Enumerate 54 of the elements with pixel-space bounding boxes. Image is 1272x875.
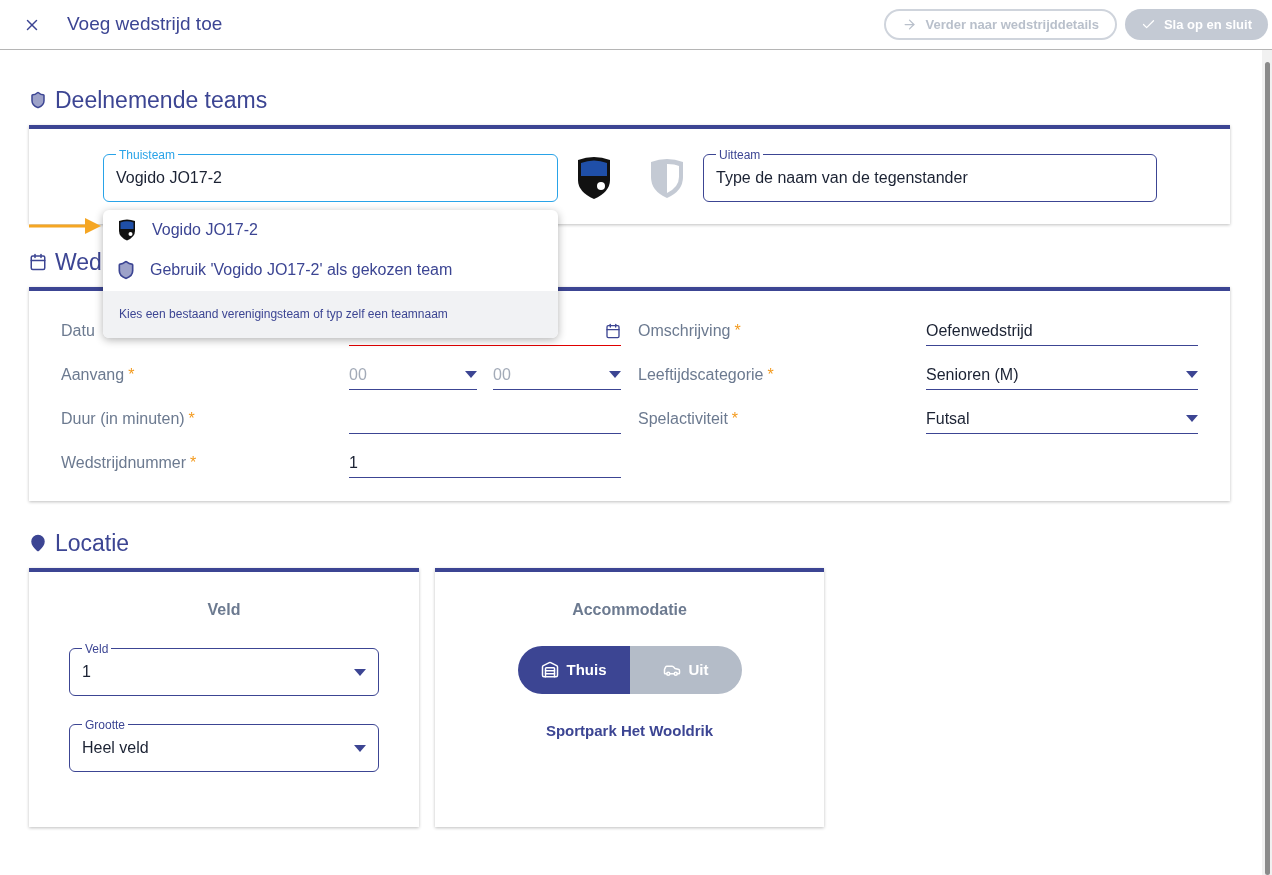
field-placeholder: 00 xyxy=(493,364,512,385)
section-heading: Locatie xyxy=(55,528,130,558)
section-heading: Deelnemende teams xyxy=(55,85,268,115)
venue-name: Sportpark Het Wooldrik xyxy=(545,721,714,741)
required-mark: * xyxy=(128,365,135,385)
suggestion-item[interactable]: Gebruik 'Vogido JO17-2' als gekozen team xyxy=(103,249,558,290)
shield-icon xyxy=(116,259,136,280)
shield-icon xyxy=(29,91,47,109)
field-label: Leeftijdscategorie xyxy=(638,365,764,385)
field-placeholder: Type de naam van de tegenstander xyxy=(716,167,969,188)
input-field[interactable]: 1 xyxy=(349,448,621,478)
required-mark: * xyxy=(188,409,195,429)
window-title: Voeg wedstrijd toe xyxy=(67,12,223,37)
caret-icon xyxy=(465,371,477,378)
suggestion-item[interactable]: Vogido JO17-2 xyxy=(103,209,558,250)
required-mark: * xyxy=(731,409,739,429)
field-label: Aanvang xyxy=(61,365,125,385)
caret-icon xyxy=(1186,415,1198,422)
field-label: Omschrijving xyxy=(638,321,731,341)
calendar-icon xyxy=(29,253,47,271)
club-crest-icon xyxy=(116,218,138,241)
arrow-right-icon xyxy=(902,17,918,32)
card-title: Veld xyxy=(207,600,241,620)
house-icon xyxy=(540,661,559,679)
field-label: Wedstrijdnummer xyxy=(61,453,187,473)
field-value: Heel veld xyxy=(82,738,150,758)
calendar-icon xyxy=(605,322,621,339)
field-value: 1 xyxy=(82,662,92,682)
required-mark: * xyxy=(190,453,197,473)
field-value: Senioren (M) xyxy=(926,364,1020,385)
caret-icon xyxy=(1186,371,1198,378)
pointer-arrow xyxy=(29,217,101,234)
input-field[interactable]: Oefenwedstrijd xyxy=(926,316,1198,346)
field-placeholder: 00 xyxy=(349,364,368,385)
input-field[interactable]: Senioren (M) xyxy=(926,360,1198,390)
required-mark: * xyxy=(734,321,741,341)
field-label: Duur (in minuten) xyxy=(61,409,185,429)
shield-icon xyxy=(648,156,686,199)
caret-icon xyxy=(354,744,366,752)
input-field[interactable]: Futsal xyxy=(926,404,1198,434)
toggle-option[interactable]: Thuis xyxy=(517,646,630,694)
field-value: Futsal xyxy=(926,408,971,429)
map-pin-icon xyxy=(29,534,47,552)
field-label: Spelactiviteit xyxy=(638,409,728,429)
section-heading: Wed xyxy=(55,247,102,277)
card-title: Accommodatie xyxy=(572,600,687,620)
field-value: Oefenwedstrijd xyxy=(926,320,1033,341)
caret-icon xyxy=(354,668,366,676)
suggestion-hint: Kies een bestaand verenigingsteam of typ zelf een teamnaam xyxy=(119,306,448,323)
field-value: Vogido JO17-2 xyxy=(116,167,223,188)
field-label: Datu xyxy=(61,321,95,341)
required-mark: * xyxy=(767,365,774,385)
field-value: 1 xyxy=(349,452,358,473)
caret-icon xyxy=(609,371,621,378)
